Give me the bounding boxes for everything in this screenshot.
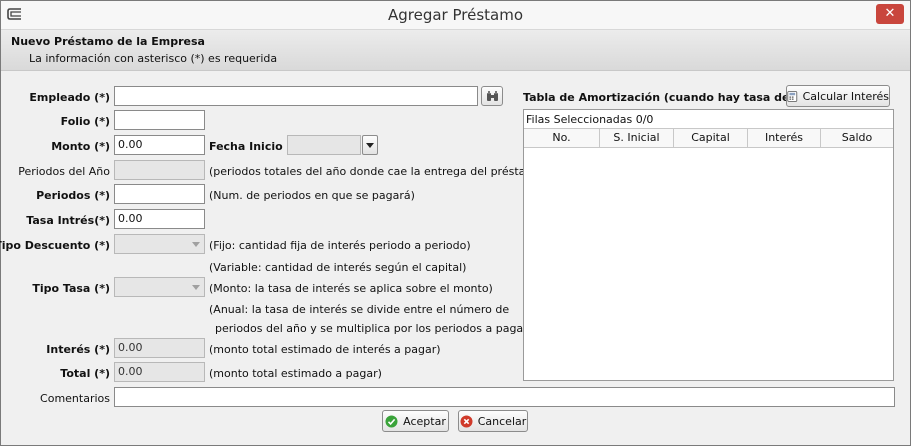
dialog-window: Agregar Préstamo ✕ Nuevo Préstamo de la … bbox=[0, 0, 911, 446]
tipo-tasa-note-anual-cont: periodos del año y se multiplica por los… bbox=[215, 322, 532, 335]
cancelar-button[interactable]: Cancelar bbox=[458, 410, 528, 432]
periodos-anio-label: Periodos del Año bbox=[18, 165, 110, 178]
tipo-descuento-note-variable: (Variable: cantidad de interés según el … bbox=[209, 261, 467, 274]
folio-label: Folio (*) bbox=[60, 115, 110, 128]
monto-input[interactable]: 0.00 bbox=[114, 135, 205, 155]
periodos-note: (Num. de periodos en que se pagará) bbox=[209, 189, 415, 202]
aceptar-button[interactable]: Aceptar bbox=[382, 410, 449, 432]
interes-field: 0.00 bbox=[114, 338, 205, 358]
date-picker-button[interactable] bbox=[362, 135, 378, 155]
tipo-tasa-note-monto: (Monto: la tasa de interés se aplica sob… bbox=[209, 282, 493, 295]
monto-label: Monto (*) bbox=[51, 140, 110, 153]
total-label: Total (*) bbox=[60, 367, 110, 380]
amortization-table[interactable]: Filas Seleccionadas 0/0 No. S. Inicial C… bbox=[523, 109, 894, 381]
tasa-interes-input[interactable]: 0.00 bbox=[114, 209, 205, 229]
tipo-descuento-note-fijo: (Fijo: cantidad fija de interés periodo … bbox=[209, 239, 471, 252]
banner-subtitle: La información con asterisco (*) es requ… bbox=[29, 52, 278, 65]
search-employee-button[interactable] bbox=[481, 86, 503, 106]
fecha-inicio-field bbox=[287, 135, 361, 155]
tasa-interes-label: Tasa Intrés(*) bbox=[26, 214, 110, 227]
close-icon: ✕ bbox=[884, 6, 896, 21]
tipo-tasa-label: Tipo Tasa (*) bbox=[32, 282, 110, 295]
folio-input[interactable] bbox=[114, 110, 205, 130]
rows-selected-info: Filas Seleccionadas 0/0 bbox=[526, 113, 654, 126]
periodos-anio-field bbox=[114, 160, 205, 180]
tipo-tasa-note-anual: (Anual: la tasa de interés se divide ent… bbox=[209, 303, 510, 316]
window-title: Agregar Préstamo bbox=[387, 6, 524, 24]
column-header-s-inicial[interactable]: S. Inicial bbox=[600, 129, 674, 147]
column-header-saldo[interactable]: Saldo bbox=[821, 129, 893, 147]
banner-title: Nuevo Préstamo de la Empresa bbox=[11, 35, 205, 48]
empleado-input[interactable] bbox=[114, 86, 478, 106]
chevron-down-icon bbox=[366, 142, 374, 148]
comentarios-input[interactable] bbox=[114, 387, 895, 407]
calculator-icon bbox=[787, 90, 798, 102]
cancel-icon bbox=[460, 415, 473, 427]
periodos-label: Periodos (*) bbox=[36, 189, 110, 202]
comentarios-label: Comentarios bbox=[40, 392, 110, 405]
tipo-descuento-label: Tipo Descuento (*) bbox=[0, 239, 110, 252]
total-note: (monto total estimado a pagar) bbox=[209, 367, 382, 380]
tipo-descuento-select[interactable] bbox=[114, 234, 205, 254]
column-header-capital[interactable]: Capital bbox=[674, 129, 748, 147]
chevron-down-icon bbox=[192, 242, 200, 247]
tipo-tasa-select[interactable] bbox=[114, 277, 205, 297]
empleado-label: Empleado (*) bbox=[29, 91, 110, 104]
column-header-interes[interactable]: Interés bbox=[748, 129, 821, 147]
chevron-down-icon bbox=[192, 285, 200, 290]
table-header: No. S. Inicial Capital Interés Saldo bbox=[524, 128, 893, 148]
column-header-no[interactable]: No. bbox=[524, 129, 600, 147]
check-icon bbox=[385, 415, 398, 427]
periodos-anio-note: (periodos totales del año donde cae la e… bbox=[209, 165, 548, 178]
periodos-input[interactable] bbox=[114, 184, 205, 204]
interes-note: (monto total estimado de interés a pagar… bbox=[209, 343, 441, 356]
binoculars-icon bbox=[486, 91, 498, 101]
interes-label: Interés (*) bbox=[46, 343, 110, 356]
close-button[interactable]: ✕ bbox=[876, 4, 904, 24]
calcular-interes-button[interactable]: Calcular Interés bbox=[786, 85, 890, 107]
title-bar: Agregar Préstamo ✕ bbox=[1, 1, 910, 30]
total-field: 0.00 bbox=[114, 362, 205, 382]
header-banner: Nuevo Préstamo de la Empresa La informac… bbox=[1, 30, 910, 71]
